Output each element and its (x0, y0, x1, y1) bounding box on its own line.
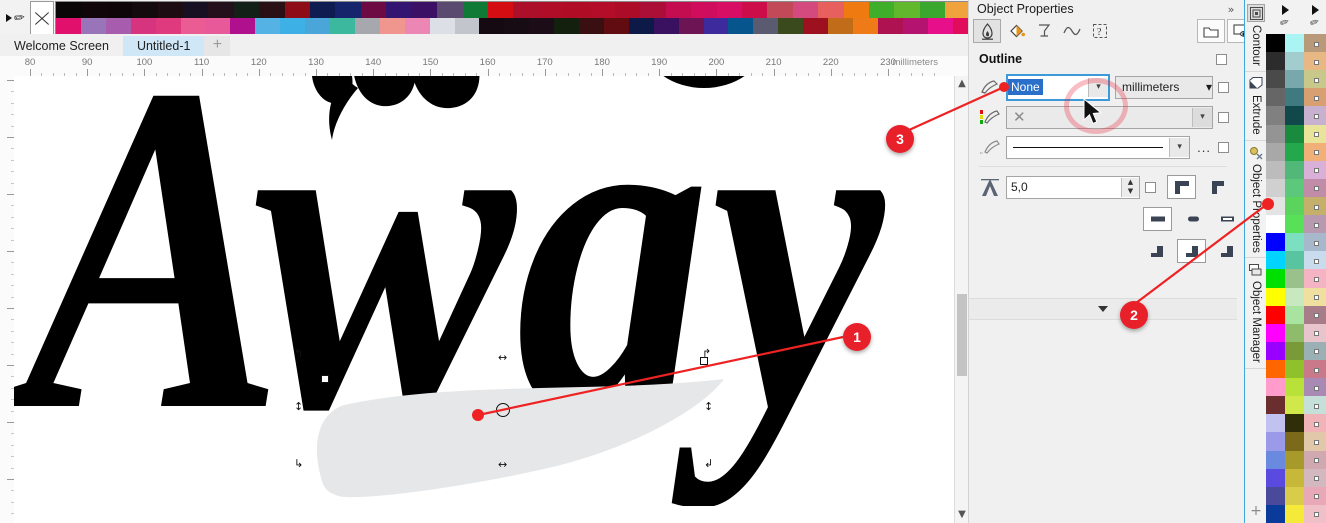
annotation-lines (472, 82, 1274, 421)
